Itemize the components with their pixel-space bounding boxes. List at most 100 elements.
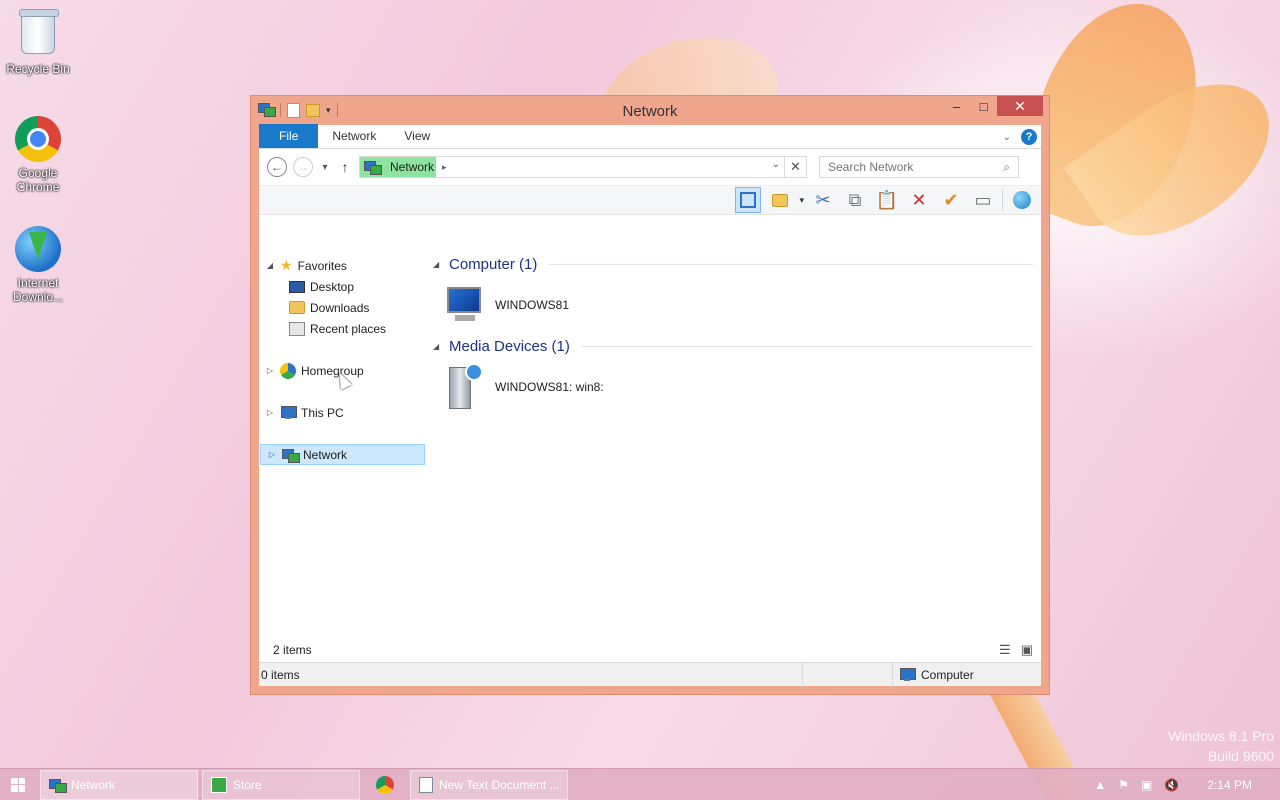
- desktop-icon-recycle-bin[interactable]: Recycle Bin: [0, 8, 76, 76]
- preview-pane-button[interactable]: [735, 187, 762, 213]
- desktop-icon: [289, 280, 305, 293]
- this-pc-icon: [280, 405, 297, 420]
- show-hidden-icons-icon[interactable]: ▲: [1094, 778, 1106, 792]
- folder-check-button[interactable]: [767, 187, 793, 213]
- folder-check-icon: [772, 193, 789, 207]
- nav-label: Favorites: [297, 258, 347, 273]
- watermark-line: Build 9600: [1207, 748, 1274, 764]
- computer-icon: [443, 285, 487, 325]
- window-controls: – □ ✕: [943, 96, 1043, 116]
- clear-address-icon[interactable]: ✕: [784, 157, 806, 177]
- expand-ribbon-icon[interactable]: ⌄: [1003, 132, 1011, 143]
- nav-label: Recent places: [310, 321, 387, 336]
- desktop-icon-label: Recycle Bin: [6, 62, 70, 76]
- clock[interactable]: 2:14 PM: [1207, 778, 1252, 792]
- address-bar[interactable]: ▸ Network ▸ ⌄ ✕: [359, 156, 807, 178]
- delete-x-icon: ✕: [911, 189, 927, 210]
- nav-label: Desktop: [310, 279, 355, 294]
- desktop-icon-idm[interactable]: Internet Downlo...: [0, 226, 76, 304]
- back-button[interactable]: ←: [267, 157, 287, 177]
- window-title: Network: [622, 103, 678, 120]
- taskbar-item-chrome[interactable]: [364, 770, 406, 800]
- taskbar: Network Store New Text Document ... ▲ ⚑ …: [0, 768, 1280, 800]
- title-bar[interactable]: ▾ Network – □ ✕: [251, 96, 1049, 124]
- file-item-label: WINDOWS81: win8:: [495, 380, 604, 394]
- action-center-flag-icon[interactable]: ⚑: [1118, 778, 1129, 792]
- address-crumb[interactable]: Network: [380, 157, 437, 177]
- taskbar-item-notepad[interactable]: New Text Document ...: [410, 769, 568, 800]
- start-button[interactable]: [0, 769, 36, 800]
- search-box[interactable]: ⌕: [819, 156, 1019, 178]
- expand-icon[interactable]: ▷: [267, 450, 277, 459]
- computer-icon: [899, 667, 916, 682]
- chevron-right-icon[interactable]: ▸: [442, 162, 447, 173]
- tab-view[interactable]: View: [390, 124, 444, 148]
- star-icon: ★: [280, 257, 293, 273]
- close-button[interactable]: ✕: [997, 96, 1043, 116]
- tab-file[interactable]: File: [259, 124, 319, 148]
- notepad-icon: [419, 776, 433, 793]
- copy-button[interactable]: ⧉: [842, 187, 868, 213]
- up-button[interactable]: ↑: [337, 159, 353, 175]
- search-input[interactable]: [828, 160, 988, 174]
- collapse-icon[interactable]: ◢: [433, 342, 443, 351]
- help-icon[interactable]: ?: [1021, 129, 1037, 145]
- taskbar-item-network[interactable]: Network: [40, 769, 198, 800]
- nav-recent-places[interactable]: Recent places: [259, 318, 425, 339]
- internet-download-manager-icon: [14, 226, 62, 274]
- nav-this-pc[interactable]: ▷ This PC: [259, 402, 425, 423]
- nav-favorites[interactable]: ◢ ★ Favorites: [259, 255, 425, 276]
- scissors-icon: ✂: [815, 189, 831, 210]
- network-tray-icon[interactable]: ▣: [1141, 778, 1152, 792]
- desktop-icon-chrome[interactable]: Google Chrome: [0, 116, 76, 194]
- explorer-body: ◢ ★ Favorites Desktop Downloads Recent p…: [259, 245, 1041, 638]
- expand-icon[interactable]: ▷: [265, 408, 275, 417]
- cut-button[interactable]: ✂: [810, 187, 836, 213]
- nav-downloads[interactable]: Downloads: [259, 297, 425, 318]
- status-bar: 0 items Computer: [259, 662, 1041, 687]
- status-spacer: [803, 662, 893, 687]
- network-icon: [364, 160, 382, 175]
- desktop-icon-label: Internet Downlo...: [12, 276, 64, 304]
- status-selected: 0 items: [259, 662, 803, 687]
- maximize-button[interactable]: □: [970, 96, 997, 116]
- recent-locations-icon[interactable]: ▾: [319, 162, 331, 173]
- network-icon: [282, 448, 300, 463]
- file-item-computer[interactable]: WINDOWS81: [433, 275, 1033, 335]
- forward-button[interactable]: →: [293, 157, 313, 177]
- ribbon-right: ⌄ ?: [1003, 129, 1037, 145]
- file-item-media-device[interactable]: WINDOWS81: win8:: [433, 357, 1033, 417]
- collapse-icon[interactable]: ◢: [265, 261, 275, 270]
- windows-watermark: Windows 8.1 Pro Build 9600: [1168, 726, 1274, 766]
- window-frame: File Network View ⌄ ? ← → ▾ ↑ ▸ Network …: [259, 124, 1041, 687]
- taskbar-item-store[interactable]: Store: [202, 769, 360, 800]
- view-switcher: ☰ ▣: [999, 642, 1033, 658]
- delete-button[interactable]: ✕: [906, 187, 932, 213]
- rename-button[interactable]: ▭: [970, 187, 996, 213]
- taskbar-item-label: Store: [233, 777, 262, 792]
- address-history-icon[interactable]: ⌄: [772, 159, 780, 170]
- group-header-media-devices[interactable]: ◢ Media Devices (1): [433, 335, 1033, 357]
- check-button[interactable]: ✔: [938, 187, 964, 213]
- large-icons-view-icon[interactable]: ▣: [1021, 642, 1033, 658]
- expand-icon[interactable]: ▷: [265, 366, 275, 375]
- search-icon[interactable]: ⌕: [1003, 160, 1010, 175]
- nav-desktop[interactable]: Desktop: [259, 276, 425, 297]
- paste-button[interactable]: 📋: [874, 187, 900, 213]
- separator: [1002, 189, 1003, 211]
- clipboard-icon: 📋: [875, 189, 899, 210]
- minimize-button[interactable]: –: [943, 96, 970, 116]
- chevron-down-icon[interactable]: ▾: [799, 195, 804, 206]
- media-device-icon: [443, 363, 487, 411]
- collapse-icon[interactable]: ◢: [433, 260, 443, 269]
- group-header-computer[interactable]: ◢ Computer (1): [433, 253, 1033, 275]
- volume-muted-icon[interactable]: 🔇: [1164, 778, 1179, 792]
- status-location: Computer: [893, 667, 974, 682]
- group-divider: [549, 263, 1033, 265]
- ribbon-tabs: File Network View ⌄ ?: [259, 124, 1041, 149]
- globe-button[interactable]: [1009, 187, 1035, 213]
- tab-network[interactable]: Network: [318, 124, 390, 148]
- details-view-icon[interactable]: ☰: [999, 642, 1011, 658]
- recycle-bin-icon: [14, 9, 62, 60]
- nav-network[interactable]: ▷ Network: [260, 444, 425, 465]
